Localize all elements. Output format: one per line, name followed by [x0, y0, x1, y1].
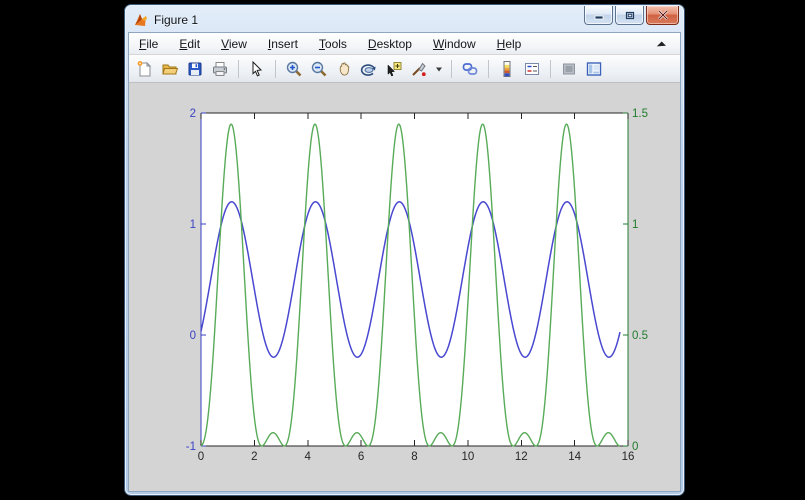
menu-window[interactable]: Window: [433, 37, 476, 51]
window-title: Figure 1: [154, 13, 198, 27]
menu-edit[interactable]: Edit: [179, 37, 200, 51]
menu-tools[interactable]: Tools: [319, 37, 347, 51]
screenshot-stage: { "window": { "title": "Figure 1", "app_…: [0, 0, 805, 500]
menu-desktop[interactable]: Desktop: [368, 37, 412, 51]
rotate-3d-icon[interactable]: [359, 59, 379, 79]
svg-text:0: 0: [632, 441, 638, 453]
figure-client-area: File Edit View Insert Tools Desktop Wind…: [128, 32, 681, 492]
close-icon: [657, 10, 669, 20]
toolbar-separator: [451, 60, 452, 78]
toolbar-separator: [488, 60, 489, 78]
svg-text:10: 10: [461, 451, 474, 463]
brush-data-icon[interactable]: [409, 59, 429, 79]
menu-view[interactable]: View: [221, 37, 247, 51]
svg-text:1.5: 1.5: [632, 108, 648, 120]
figure-window: Figure 1 File Edit View: [125, 5, 684, 495]
title-bar[interactable]: Figure 1: [128, 8, 681, 32]
menu-file[interactable]: File: [139, 37, 158, 51]
insert-legend-icon[interactable]: [522, 59, 542, 79]
svg-text:12: 12: [515, 451, 528, 463]
svg-text:4: 4: [305, 451, 312, 463]
menu-help[interactable]: Help: [497, 37, 522, 51]
svg-text:2: 2: [251, 451, 257, 463]
open-file-icon[interactable]: [160, 59, 180, 79]
svg-text:14: 14: [568, 451, 581, 463]
print-figure-icon[interactable]: [210, 59, 230, 79]
minimize-button[interactable]: [584, 6, 613, 25]
brush-dropdown-caret-icon[interactable]: [434, 59, 443, 79]
minimize-icon: [593, 10, 605, 20]
link-plot-icon[interactable]: [460, 59, 480, 79]
show-plot-tools-dock-icon[interactable]: [584, 59, 604, 79]
zoom-out-icon[interactable]: [309, 59, 329, 79]
svg-text:1: 1: [632, 219, 638, 231]
restore-icon: [624, 10, 636, 21]
menu-insert[interactable]: Insert: [268, 37, 298, 51]
toolbar-separator: [550, 60, 551, 78]
new-figure-icon[interactable]: [135, 59, 155, 79]
menu-bar: File Edit View Insert Tools Desktop Wind…: [129, 33, 680, 55]
svg-text:0.5: 0.5: [632, 330, 648, 342]
toolbar-separator: [275, 60, 276, 78]
figure-canvas: 0246810121416-101200.511.5: [129, 83, 680, 491]
figure-toolbar: [129, 55, 680, 83]
toolbar-separator: [238, 60, 239, 78]
insert-colorbar-icon[interactable]: [497, 59, 517, 79]
svg-text:0: 0: [198, 451, 204, 463]
close-button[interactable]: [646, 6, 679, 25]
svg-text:2: 2: [190, 108, 196, 120]
restore-button[interactable]: [615, 6, 644, 25]
svg-text:-1: -1: [186, 441, 196, 453]
caption-buttons: [584, 6, 679, 25]
pan-hand-icon[interactable]: [334, 59, 354, 79]
svg-text:0: 0: [190, 330, 196, 342]
zoom-in-icon[interactable]: [284, 59, 304, 79]
hide-plot-tools-icon[interactable]: [559, 59, 579, 79]
save-figure-icon[interactable]: [185, 59, 205, 79]
edit-plot-cursor-icon[interactable]: [247, 59, 267, 79]
menu-overflow-arrow-icon[interactable]: [656, 37, 666, 55]
data-cursor-icon[interactable]: [384, 59, 404, 79]
axes-region: 0246810121416-101200.511.5: [201, 113, 628, 446]
svg-text:8: 8: [411, 451, 417, 463]
plot-area[interactable]: 0246810121416-101200.511.5: [201, 113, 628, 446]
svg-text:1: 1: [190, 219, 196, 231]
matlab-logo-icon: [133, 12, 149, 28]
svg-text:6: 6: [358, 451, 364, 463]
